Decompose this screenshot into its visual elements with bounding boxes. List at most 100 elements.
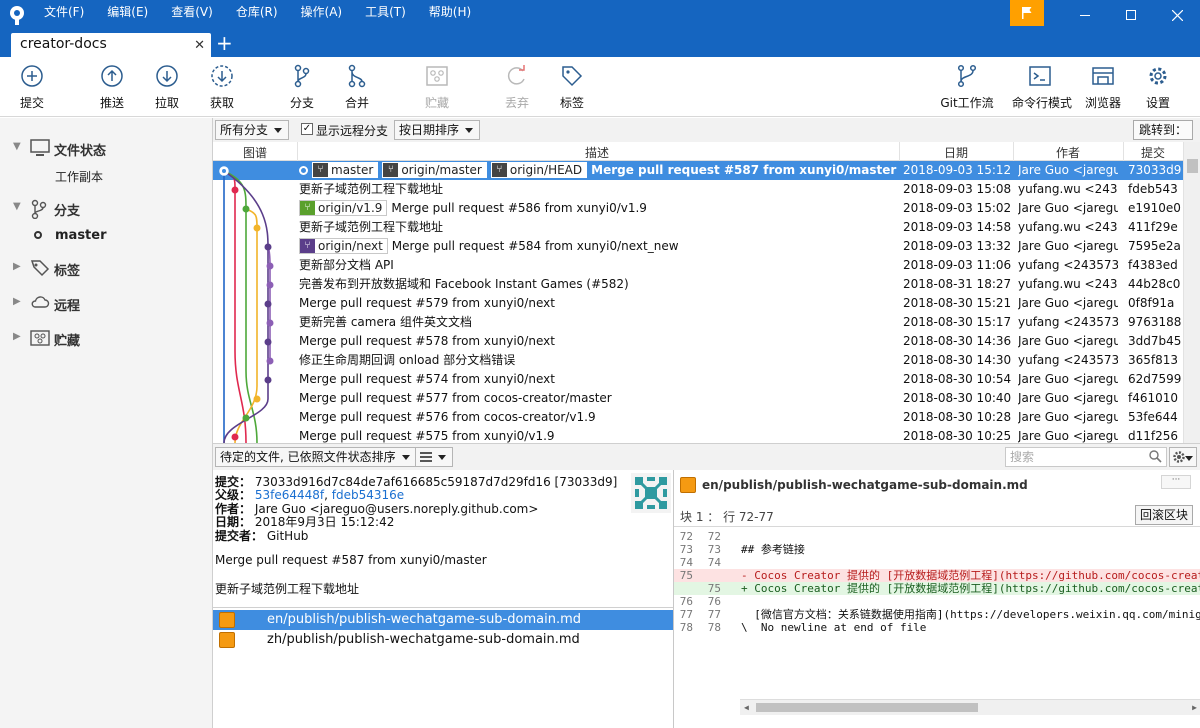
close-window-button[interactable] [1154,0,1200,30]
menu-item[interactable]: 帮助(H) [429,0,471,24]
view-mode-dropdown[interactable] [415,447,453,467]
diff-horizontal-scrollbar[interactable]: ◀ ▶ [740,699,1200,715]
options-dropdown[interactable] [1169,447,1197,467]
chevron-right-icon[interactable]: ▶ [13,331,21,342]
maximize-button[interactable] [1108,0,1154,30]
sidebar-item-master[interactable]: master [55,228,107,243]
branch-icon: ⑂ [491,163,507,177]
branch-badge[interactable]: ⑂ origin/master [382,162,487,178]
column-commit[interactable]: 提交 [1141,144,1165,161]
commit-row[interactable]: Merge pull request #575 from xunyi0/v1.9… [213,427,1183,443]
commit-row[interactable]: ⑂ origin/v1.9 Merge pull request #586 from… [213,199,1183,218]
show-remote-checkbox[interactable]: ✓ [301,123,313,135]
scroll-left-icon[interactable]: ◀ [744,703,749,712]
menu-item[interactable]: 文件(F) [44,0,84,24]
file-search-input[interactable]: 搜索 [1005,447,1167,467]
chevron-down-icon[interactable]: ▼ [13,201,21,212]
git-flow-button[interactable]: Git工作流 [939,64,995,111]
graph-node [264,376,272,384]
search-icon[interactable] [1149,450,1162,463]
jump-to-button[interactable]: 跳转到： [1132,120,1193,140]
commit-row[interactable]: Merge pull request #574 from xunyi0/next… [213,370,1183,389]
menu-item[interactable]: 工具(T) [365,0,406,24]
chevron-down-icon [1185,456,1193,465]
file-path: zh/publish/publish-wechatgame-sub-domain… [267,632,580,647]
commit-row[interactable]: 更新子域范例工程下载地址 2018-09-03 15:08 yufang.wu <2… [213,180,1183,199]
graph-node [253,395,261,403]
scroll-right-icon[interactable]: ▶ [1192,703,1197,712]
menu-item[interactable]: 操作(A) [301,0,343,24]
commit-graph [219,166,274,443]
commit-row[interactable]: 更新部分文档 API 2018-09-03 11:06 yufang <243573… [213,256,1183,275]
branch-badge[interactable]: ⑂ origin/v1.9 [299,200,388,216]
column-divider[interactable] [1013,142,1014,161]
column-description[interactable]: 描述 [585,144,609,161]
branch-button[interactable]: 分支 [274,64,330,111]
pending-files-sort-dropdown[interactable]: 待定的文件, 已依照文件状态排序 [215,447,417,467]
push-button[interactable]: 推送 [84,64,140,111]
commit-row[interactable]: 更新完善 camera 组件英文文档 2018-08-30 15:17 yufang… [213,313,1183,332]
branch-badge[interactable]: ⑂ origin/HEAD [490,162,588,178]
chevron-right-icon[interactable]: ▶ [13,261,21,272]
column-graph[interactable]: 图谱 [243,144,267,161]
diff-line-text: ## 参考链接 [741,543,805,556]
commit-hash: 9763188 [1128,315,1182,329]
more-options-button[interactable]: ··· [1161,475,1191,489]
column-divider[interactable] [899,142,900,161]
commit-row[interactable]: Merge pull request #579 from xunyi0/next… [213,294,1183,313]
fetch-button[interactable]: 获取 [194,64,250,111]
commit-row[interactable]: 更新子域范例工程下载地址 2018-09-03 14:58 yufang.wu <2… [213,218,1183,237]
diff-line: 74 74 [674,556,1200,569]
commit-row[interactable]: ⑂ master ⑂ origin/master ⑂ origin/HEAD Merge p… [213,161,1183,180]
commit-subject: Merge pull request #578 from xunyi0/next [299,334,555,348]
sort-order-dropdown[interactable]: 按日期排序 [394,120,481,140]
minimize-button[interactable] [1062,0,1108,30]
commit-list-scrollbar[interactable] [1183,142,1200,443]
sidebar-item-working-copy[interactable]: 工作副本 [55,168,103,185]
pull-button[interactable]: 拉取 [139,64,195,111]
merge-button[interactable]: 合并 [329,64,385,111]
column-divider[interactable] [297,142,298,161]
commit-row[interactable]: 完善发布到开放数据域和 Facebook Instant Games (#582… [213,275,1183,294]
sidebar-section-branches[interactable]: ▼ 分支 [0,197,213,219]
settings-button[interactable]: 设置 [1130,64,1186,111]
branch-filter-dropdown[interactable]: 所有分支 [215,120,290,140]
terminal-button[interactable]: 命令行模式 [1012,64,1072,111]
tag-button[interactable]: 标签 [544,64,600,111]
changed-file-row[interactable]: en/publish/publish-wechatgame-sub-domain… [213,610,673,630]
commit-row[interactable]: Merge pull request #576 from cocos-creat… [213,408,1183,427]
column-date[interactable]: 日期 [944,144,968,161]
new-tab-button[interactable]: + [216,31,233,55]
sidebar-section-tags[interactable]: ▶ 标签 [0,257,213,279]
commit-row[interactable]: ⑂ origin/next Merge pull request #584 from… [213,237,1183,256]
tag-icon [30,260,50,277]
sidebar-section-file-status[interactable]: ▼ 文件状态 [0,137,213,159]
notification-flag-button[interactable] [1010,0,1044,26]
commit-button[interactable]: 提交 [4,64,60,111]
commit-row[interactable]: Merge pull request #578 from xunyi0/next… [213,332,1183,351]
commit-row[interactable]: 修正生命周期回调 onload 部分文档错误 2018-08-30 14:30 yu… [213,351,1183,370]
menu-item[interactable]: 编辑(E) [107,0,148,24]
revert-hunk-button[interactable]: 回滚区块 [1134,505,1193,525]
changed-file-row[interactable]: zh/publish/publish-wechatgame-sub-domain… [213,630,673,650]
column-divider[interactable] [1123,142,1124,161]
repo-tab-creator-docs[interactable]: creator-docs ✕ [11,33,211,57]
scrollbar-thumb[interactable] [1187,159,1198,173]
tab-close-icon[interactable]: ✕ [194,38,205,53]
scrollbar-thumb[interactable] [756,703,978,712]
chevron-down-icon[interactable]: ▼ [13,141,21,152]
menu-item[interactable]: 查看(V) [171,0,213,24]
sidebar-section-stashes[interactable]: ▶ 贮藏 [0,327,213,349]
commit-date: 2018-09-03 14:58 [903,220,1012,234]
column-author[interactable]: 作者 [1056,144,1080,161]
menu-item[interactable]: 仓库(R) [236,0,278,24]
branch-badge-label: origin/master [401,163,482,177]
commit-row[interactable]: Merge pull request #577 from cocos-creat… [213,389,1183,408]
branch-badge[interactable]: ⑂ origin/next [299,238,388,254]
browser-button[interactable]: 浏览器 [1075,64,1131,111]
sidebar-section-remotes[interactable]: ▶ 远程 [0,292,213,314]
monitor-icon [30,139,50,156]
stash-icon [426,66,448,86]
branch-badge[interactable]: ⑂ master [312,162,379,178]
chevron-right-icon[interactable]: ▶ [13,296,21,307]
